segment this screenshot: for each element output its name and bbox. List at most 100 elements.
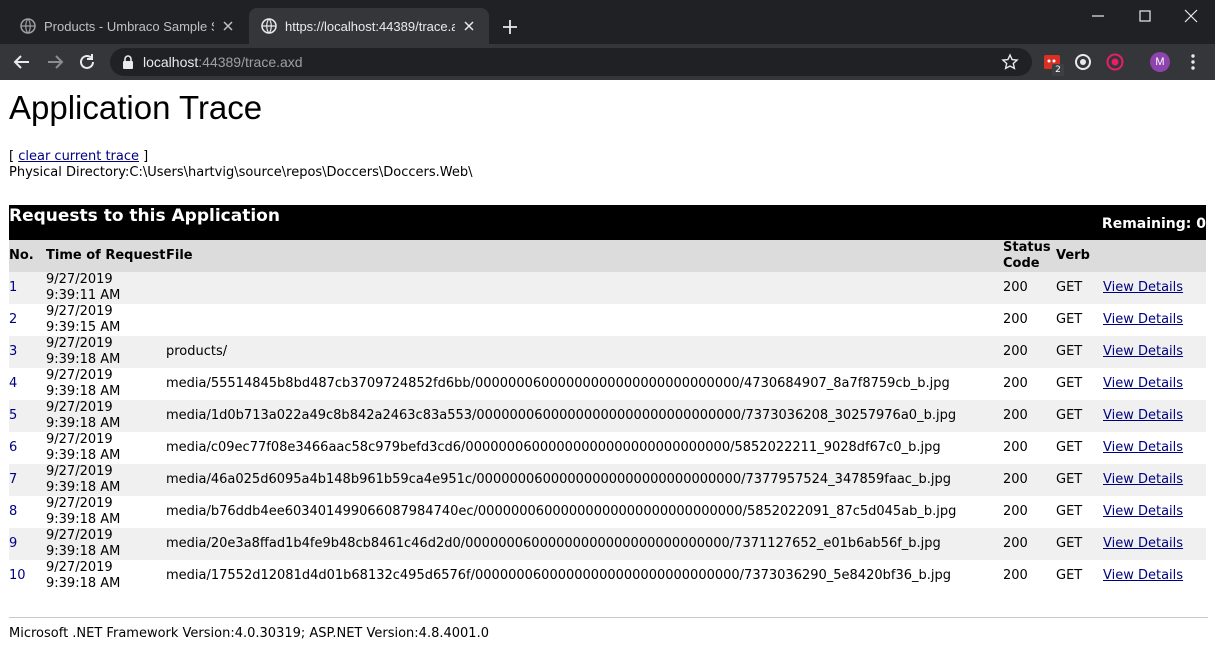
lock-icon[interactable] (121, 54, 135, 70)
bookmark-star-icon[interactable] (1001, 53, 1019, 71)
tab-strip: Products - Umbraco Sample Site https://l… (0, 0, 1215, 44)
row-file: media/1d0b713a022a49c8b842a2463c83a553/0… (166, 400, 1003, 432)
reload-icon[interactable] (77, 52, 97, 72)
col-verb: Verb (1056, 240, 1103, 272)
table-header: No. Time of Request File Status Code Ver… (9, 240, 1206, 272)
url-host: localhost (143, 54, 199, 70)
col-no: No. (9, 240, 46, 272)
url-text[interactable]: localhost:44389/trace.axd (143, 54, 303, 70)
col-status: Status Code (1003, 240, 1056, 272)
row-file: media/c09ec77f08e3466aac58c979befd3cd6/0… (166, 440, 941, 455)
row-time: 9/27/2019 9:39:18 AM (46, 464, 166, 496)
view-details-link[interactable]: View Details (1103, 472, 1183, 487)
address-bar[interactable]: localhost:44389/trace.axd (110, 48, 1032, 76)
row-clock: 9:39:18 AM (46, 512, 121, 527)
view-details-link[interactable]: View Details (1103, 536, 1183, 551)
close-window-icon[interactable] (1181, 6, 1201, 26)
table-row: 1 9/27/2019 9:39:11 AM 200 GET View Details (9, 272, 1206, 304)
row-number: 7 (9, 464, 46, 496)
row-file (166, 272, 1003, 304)
row-file (166, 304, 1003, 336)
close-tab-icon[interactable] (220, 18, 236, 34)
view-details-link[interactable]: View Details (1103, 344, 1183, 359)
extension-icon[interactable] (1105, 52, 1125, 72)
row-file: media/17552d12081d4d01b68132c495d6576f/0… (166, 568, 951, 583)
row-status: 200 (1003, 272, 1056, 304)
row-number: 9 (9, 528, 46, 560)
row-clock: 9:39:18 AM (46, 416, 121, 431)
row-details-cell: View Details (1103, 336, 1206, 368)
table-row: 10 9/27/2019 9:39:18 AM media/17552d12081d4… (9, 560, 1206, 592)
row-time: 9/27/2019 9:39:11 AM (46, 272, 166, 304)
view-details-link[interactable]: View Details (1103, 376, 1183, 391)
row-file: media/46a025d6095a4b148b961b59ca4e951c/0… (166, 464, 1003, 496)
clear-trace-link[interactable]: clear current trace (18, 149, 139, 164)
view-details-link[interactable]: View Details (1103, 280, 1183, 295)
row-details-cell: View Details (1103, 496, 1206, 528)
table-row: 8 9/27/2019 9:39:18 AM media/b76ddb4ee60340… (9, 496, 1206, 528)
table-row: 6 9/27/2019 9:39:18 AM media/c09ec77f08e346… (9, 432, 1206, 464)
row-details-cell: View Details (1103, 304, 1206, 336)
row-details-cell: View Details (1103, 528, 1206, 560)
row-status: 200 (1003, 568, 1028, 583)
table-row: 7 9/27/2019 9:39:18 AM media/46a025d6095a4b… (9, 464, 1206, 496)
requests-table: Requests to this Application Remaining: … (9, 205, 1206, 592)
row-time: 9/27/2019 9:39:18 AM (46, 432, 166, 464)
footer-divider (9, 617, 1208, 618)
row-status: 200 (1003, 440, 1028, 455)
remaining-count: Remaining: 0 (1101, 216, 1206, 232)
row-file: media/55514845b8bd487cb3709724852fd6bb/0… (166, 376, 950, 391)
footer-version: Microsoft .NET Framework Version:4.0.303… (9, 626, 489, 641)
row-time: 9/27/2019 9:39:18 AM (46, 496, 166, 528)
table-banner: Requests to this Application Remaining: … (9, 205, 1206, 240)
view-details-link[interactable]: View Details (1103, 408, 1183, 423)
row-verb: GET (1056, 312, 1083, 327)
extension-icon[interactable] (1073, 52, 1093, 72)
tab-trace[interactable]: https://localhost:44389/trace.axd (249, 8, 489, 44)
row-status: 200 (1003, 376, 1028, 391)
row-date: 9/27/2019 (46, 400, 113, 415)
row-date: 9/27/2019 (46, 304, 113, 319)
forward-arrow-icon[interactable] (45, 52, 65, 72)
row-number: 8 (9, 504, 18, 519)
globe-icon (20, 18, 36, 34)
view-details-link[interactable]: View Details (1103, 504, 1183, 519)
row-number: 1 (9, 272, 46, 304)
row-date: 9/27/2019 (46, 496, 113, 511)
row-number: 4 (9, 376, 18, 391)
view-details-link[interactable]: View Details (1103, 440, 1183, 455)
close-tab-icon[interactable] (461, 18, 477, 34)
row-time: 9/27/2019 9:39:18 AM (46, 400, 166, 432)
row-number: 10 (9, 568, 26, 583)
table-row: 4 9/27/2019 9:39:18 AM media/55514845b8bd48… (9, 368, 1206, 400)
view-details-link[interactable]: View Details (1103, 568, 1183, 583)
row-date: 9/27/2019 (46, 464, 113, 479)
back-arrow-icon[interactable] (12, 52, 32, 72)
avatar[interactable]: M (1150, 52, 1170, 72)
banner-cell: Requests to this Application Remaining: … (9, 205, 1206, 240)
row-status: 200 (1003, 464, 1056, 496)
maximize-icon[interactable] (1135, 6, 1155, 26)
physical-directory-value: C:\Users\hartvig\source\repos\Doccers\Do… (129, 165, 473, 180)
tab-products[interactable]: Products - Umbraco Sample Site (8, 8, 248, 44)
page-title: Application Trace (9, 89, 263, 126)
kebab-menu-icon[interactable] (1183, 52, 1203, 72)
minimize-icon[interactable] (1088, 6, 1108, 26)
row-details-cell: View Details (1103, 368, 1206, 400)
new-tab-icon[interactable] (500, 17, 520, 37)
row-verb: GET (1056, 400, 1103, 432)
tab-title: Products - Umbraco Sample Site (44, 18, 214, 34)
view-details-link[interactable]: View Details (1103, 312, 1183, 327)
row-details-cell: View Details (1103, 464, 1206, 496)
extension-badge: 2 (1052, 64, 1064, 76)
clear-trace-line: [ clear current trace ] (9, 149, 148, 164)
row-file: media/b76ddb4ee603401499066087984740ec/0… (166, 504, 957, 519)
row-verb: GET (1056, 504, 1083, 519)
bracket-open: [ (9, 149, 19, 164)
row-verb: GET (1056, 336, 1103, 368)
row-date: 9/27/2019 (46, 368, 113, 383)
row-date: 9/27/2019 (46, 336, 113, 351)
table-row: 5 9/27/2019 9:39:18 AM media/1d0b713a022a49… (9, 400, 1206, 432)
row-date: 9/27/2019 (46, 272, 113, 287)
row-status: 200 (1003, 336, 1056, 368)
